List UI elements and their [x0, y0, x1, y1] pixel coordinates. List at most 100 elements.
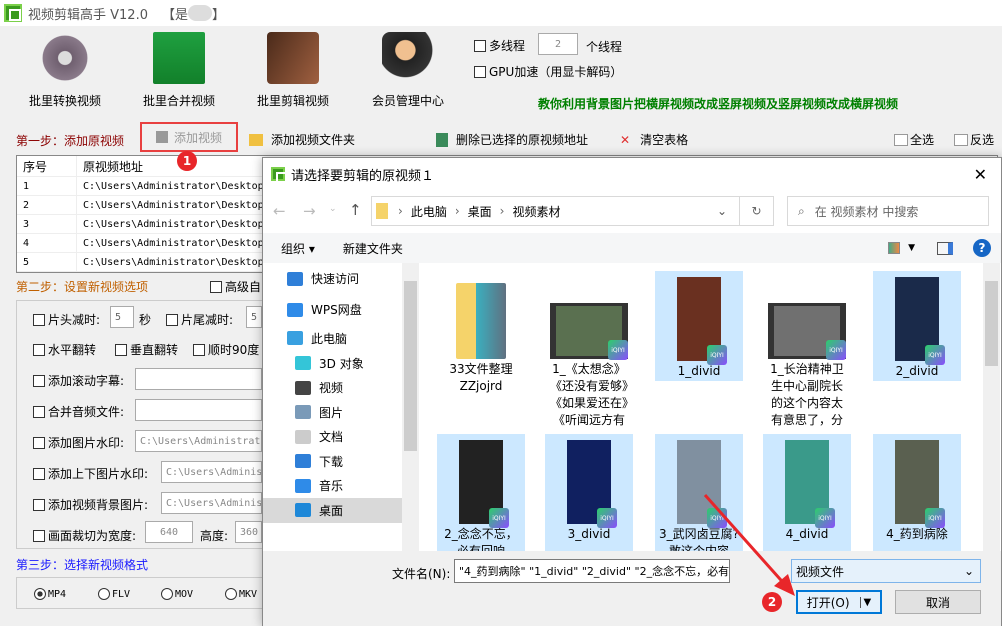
view-options-icon[interactable]	[888, 242, 901, 254]
member-center-button[interactable]: 会员管理中心	[353, 32, 463, 109]
format-mkv-radio[interactable]: MKV	[225, 588, 257, 600]
bg-image-input[interactable]: C:\Users\Administ	[161, 492, 262, 514]
image-watermark-checkbox[interactable]: 添加图片水印:	[33, 434, 124, 451]
navigation-pane: 快速访问 WPS网盘 此电脑 3D 对象 视频 图片 文档 下载 音乐 桌面	[263, 263, 419, 551]
file-item[interactable]: iQIYI 3_divid	[545, 434, 633, 551]
file-item[interactable]: iQIYI 2_念念不忘，必有回响	[437, 434, 525, 551]
add-video-icon	[155, 131, 168, 143]
nav-scrollbar[interactable]	[402, 263, 419, 551]
iqiyi-icon: iQIYI	[925, 508, 945, 528]
cut-film-icon	[267, 32, 319, 84]
open-file-dialog: 请选择要剪辑的原视频１ ✕ ← → ⌄ ↑ › 此电脑 › 桌面 › 视频素材 ⌄ ↻ …	[262, 157, 1002, 626]
chevron-down-icon[interactable]: ⌄	[717, 204, 727, 218]
nav-item[interactable]: 文档	[263, 425, 419, 450]
file-item[interactable]: iQIYI 4_药到病除	[873, 434, 961, 551]
multithread-checkbox[interactable]: 多线程	[474, 37, 525, 54]
breadcrumb-item[interactable]: 桌面	[468, 203, 492, 220]
crop-checkbox[interactable]: 画面裁切为宽度:	[33, 527, 136, 544]
vflip-checkbox[interactable]: 垂直翻转	[115, 341, 178, 358]
hflip-checkbox[interactable]: 水平翻转	[33, 341, 96, 358]
video-thumbnail: iQIYI	[895, 277, 945, 365]
file-scrollbar[interactable]	[983, 263, 1000, 551]
file-item[interactable]: 33文件整理ZZjojrd	[437, 271, 525, 421]
select-all-button[interactable]: 全选	[894, 131, 934, 148]
nav-item[interactable]: 3D 对象	[263, 351, 419, 376]
filename-input[interactable]: "4_药到病除" "1_divid" "2_divid" "2_念念不忘，必有回…	[454, 559, 730, 583]
search-input[interactable]: ⌕ 在 视频素材 中搜索	[787, 196, 989, 226]
crop-height-input[interactable]: 360	[235, 521, 262, 543]
merge-audio-checkbox[interactable]: 合并音频文件:	[33, 403, 124, 420]
close-icon[interactable]: ✕	[974, 165, 987, 184]
video-icon	[295, 380, 311, 395]
nav-item[interactable]: 快速访问	[263, 263, 419, 294]
breadcrumb-item[interactable]: 视频素材	[512, 203, 560, 220]
nav-item[interactable]: 桌面	[263, 498, 419, 523]
scroll-text-input[interactable]	[135, 368, 262, 390]
batch-cut-button[interactable]: 批里剪辑视频	[238, 32, 348, 109]
thread-count-input[interactable]: 2	[538, 33, 578, 55]
advanced-checkbox[interactable]: 高级自	[210, 278, 261, 295]
head-cut-checkbox[interactable]: 片头减时:	[33, 311, 100, 328]
format-mov-radio[interactable]: MOV	[161, 588, 193, 600]
back-arrow-icon[interactable]: ←	[273, 202, 286, 220]
file-item[interactable]: iQIYI1_《太想念》《还没有爱够》《如果爱还在》《听闻远方有你》	[545, 271, 633, 427]
file-item[interactable]: iQIYI 2_divid	[873, 271, 961, 381]
rotate90-checkbox[interactable]: 顺时90度	[193, 341, 259, 358]
batch-convert-button[interactable]: 批里转换视频	[10, 32, 120, 109]
merge-audio-input[interactable]	[135, 399, 262, 421]
tb-watermark-input[interactable]: C:\Users\Administ	[161, 461, 262, 483]
refresh-icon[interactable]: ↻	[739, 197, 773, 225]
breadcrumb-item[interactable]: 此电脑	[411, 203, 447, 220]
tb-watermark-checkbox[interactable]: 添加上下图片水印:	[33, 465, 148, 482]
open-button[interactable]: 打开(O) ▼	[796, 590, 882, 614]
video-thumbnail: iQIYI	[768, 303, 846, 360]
tail-cut-input[interactable]: 5	[246, 306, 262, 328]
nav-item[interactable]: 音乐	[263, 474, 419, 499]
iqiyi-icon: iQIYI	[597, 508, 617, 528]
format-mp4-radio[interactable]: MP4	[34, 588, 66, 600]
x-icon: ✕	[620, 132, 631, 147]
invert-select-button[interactable]: 反选	[954, 131, 994, 148]
up-arrow-icon[interactable]: ↑	[349, 201, 362, 219]
step-badge: 1	[177, 151, 197, 171]
add-folder-button[interactable]: 添加视频文件夹	[249, 131, 355, 148]
nav-item[interactable]: 视频	[263, 376, 419, 401]
help-icon[interactable]: ?	[973, 239, 991, 257]
video-thumbnail: iQIYI	[459, 440, 509, 528]
clear-table-button[interactable]: ✕ 清空表格	[620, 131, 688, 148]
head-cut-input[interactable]: 5	[110, 306, 134, 328]
document-icon	[295, 429, 311, 444]
cancel-button[interactable]: 取消	[895, 590, 981, 614]
iqiyi-icon: iQIYI	[815, 508, 835, 528]
address-bar[interactable]: › 此电脑 › 桌面 › 视频素材 ⌄ ↻	[371, 196, 774, 226]
nav-item[interactable]: 下载	[263, 449, 419, 474]
add-video-button[interactable]: 添加视频	[140, 122, 238, 152]
nav-item[interactable]: WPS网盘	[263, 294, 419, 325]
delete-selected-button[interactable]: 删除已选择的原视频地址	[436, 131, 588, 148]
new-folder-button[interactable]: 新建文件夹	[343, 240, 403, 257]
image-watermark-input[interactable]: C:\Users\Administrato	[135, 430, 262, 452]
nav-item[interactable]: 此电脑	[263, 325, 419, 351]
gpu-checkbox[interactable]: GPU加速（用显卡解码）	[474, 63, 622, 80]
organize-button[interactable]: 组织 ▾	[281, 240, 315, 257]
folder-icon	[456, 283, 506, 359]
nav-item[interactable]: 图片	[263, 400, 419, 425]
recent-chevron-icon[interactable]: ⌄	[329, 204, 337, 214]
forward-arrow-icon[interactable]: →	[303, 202, 316, 220]
preview-pane-icon[interactable]	[937, 241, 953, 255]
cloud-icon	[287, 302, 303, 317]
promo-link[interactable]: 教你利用背景图片把横屏视频改成竖屏视频及竖屏视频改成横屏视频	[538, 95, 898, 112]
tail-cut-checkbox[interactable]: 片尾减时:	[166, 311, 233, 328]
batch-merge-button[interactable]: 批里合并视频	[124, 32, 234, 109]
filetype-select[interactable]: 视频文件 ⌄	[791, 559, 981, 583]
format-flv-radio[interactable]: FLV	[98, 588, 130, 600]
chevron-down-icon[interactable]: ▼	[908, 243, 915, 253]
file-item[interactable]: iQIYI1_长治精神卫生中心副院长的这个内容太有意思了，分享给你...	[763, 271, 851, 427]
bg-image-checkbox[interactable]: 添加视频背景图片:	[33, 496, 148, 513]
iqiyi-icon: iQIYI	[707, 345, 727, 365]
film-delete-icon	[436, 132, 448, 147]
scroll-text-checkbox[interactable]: 添加滚动字幕:	[33, 372, 124, 389]
file-name: 1_divid	[677, 364, 721, 378]
crop-width-input[interactable]: 640	[145, 521, 193, 543]
file-item[interactable]: iQIYI 1_divid	[655, 271, 743, 381]
